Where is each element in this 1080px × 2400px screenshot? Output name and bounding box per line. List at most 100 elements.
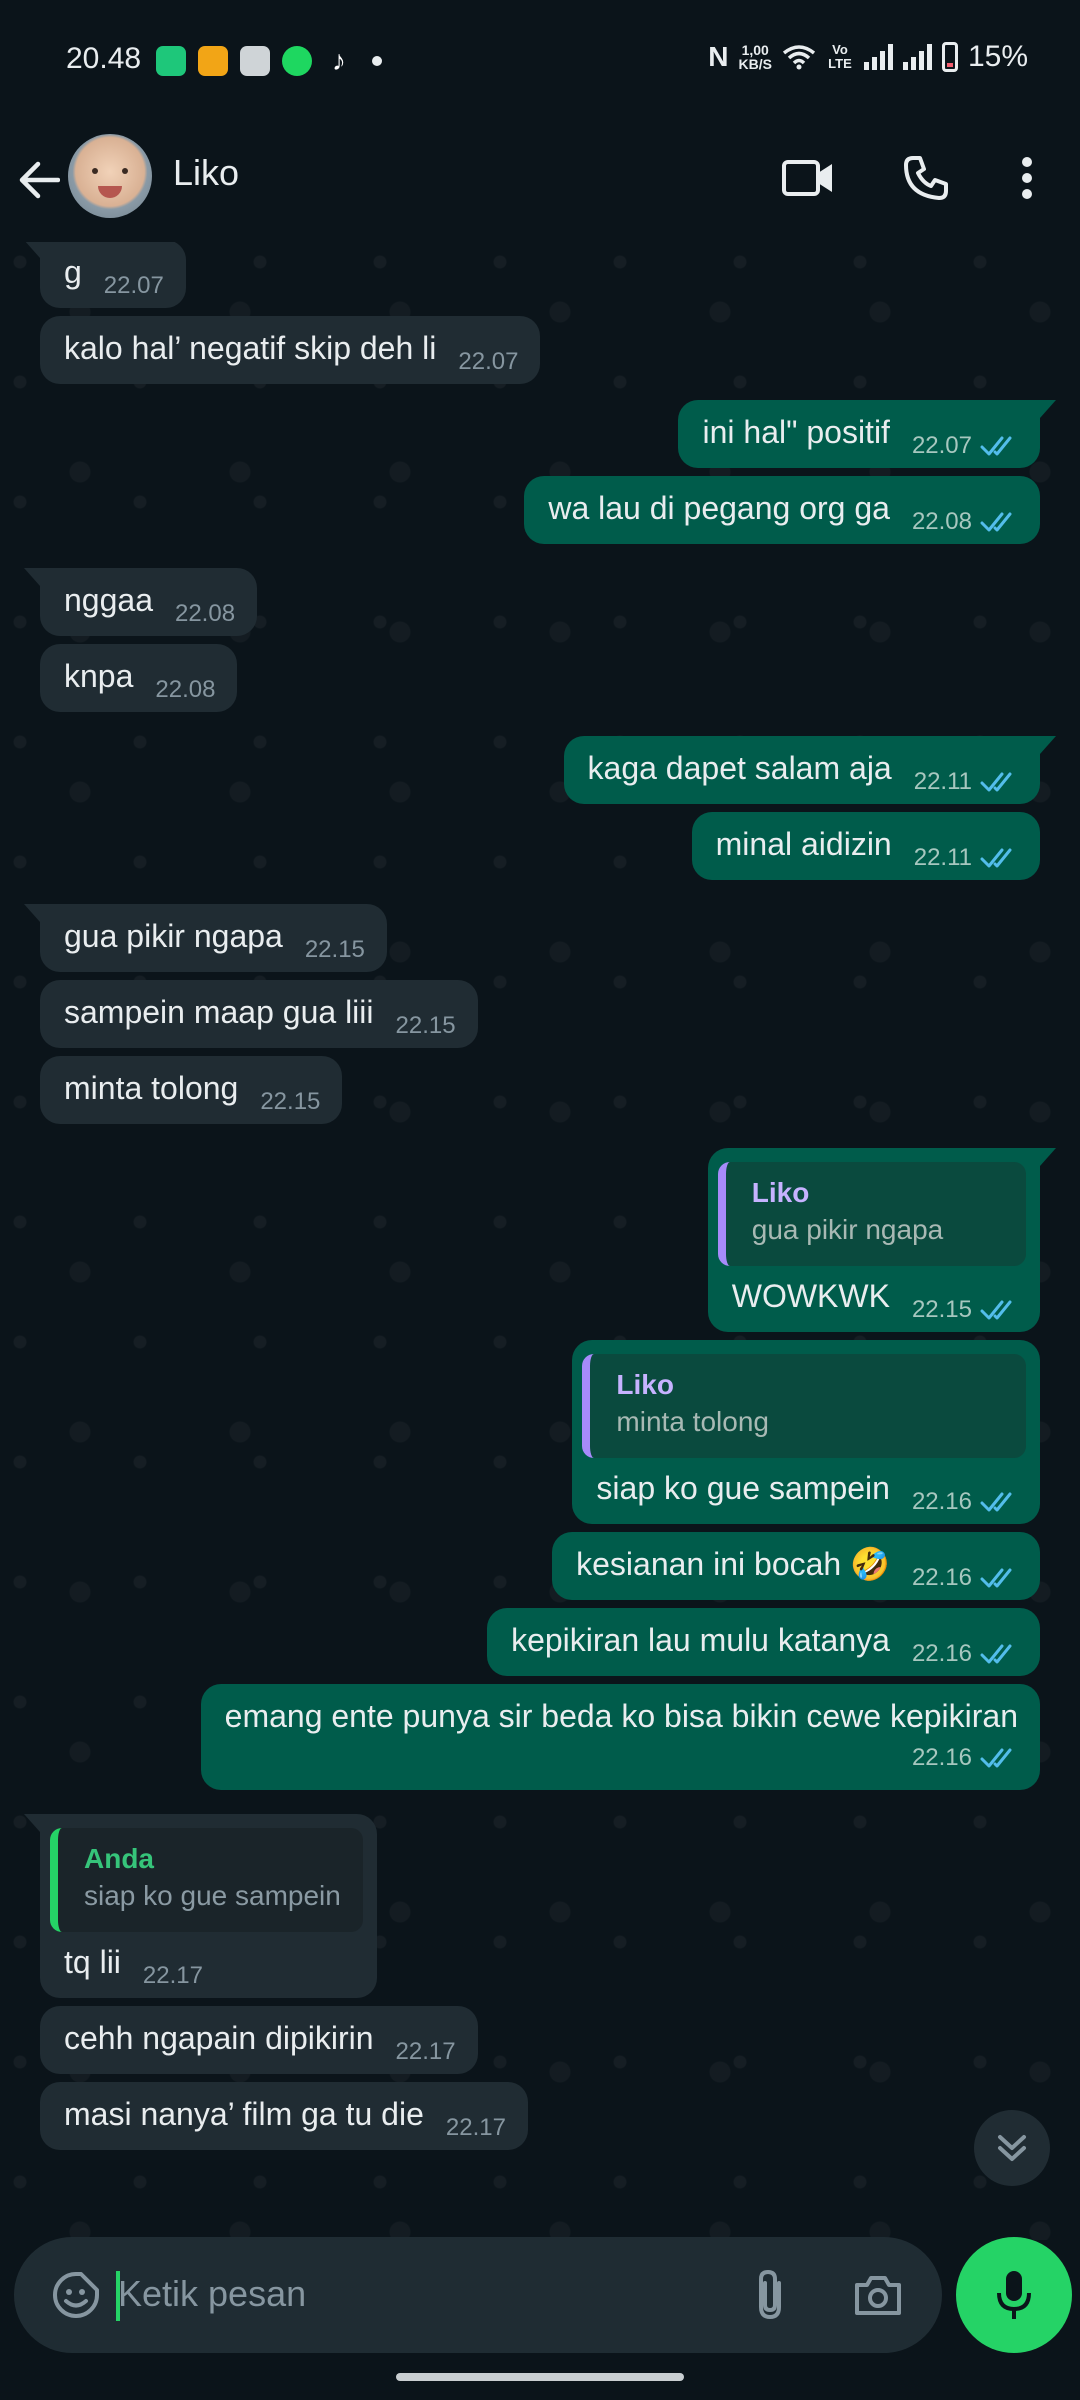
outgoing-message[interactable]: minal aidizin 22.11: [691, 812, 1040, 880]
message-time: 22.07: [458, 348, 519, 375]
incoming-message[interactable]: cehh ngapain dipikirin 22.17: [40, 2006, 478, 2074]
message-time: 22.15: [395, 1012, 456, 1039]
read-receipt-icon: [980, 1644, 1012, 1664]
voice-message-button[interactable]: [956, 2237, 1072, 2353]
quoted-text: gua pikir ngapa: [751, 1214, 944, 1245]
status-time: 20.48: [66, 42, 142, 75]
message-text: kepikiran lau mulu katanya: [511, 1622, 890, 1658]
scroll-to-bottom-button[interactable]: [974, 2110, 1050, 2186]
status-app-icons: ♪: [156, 46, 382, 76]
message-meta: 22.17: [143, 1956, 203, 1996]
quoted-reply[interactable]: Liko minta tolong: [582, 1354, 1026, 1458]
incoming-message[interactable]: nggaa 22.08: [23, 568, 258, 636]
message-row: kalo hal’ negatif skip deh li 22.07: [0, 316, 1080, 384]
message-meta: 22.15: [912, 1290, 1018, 1330]
message-input-container[interactable]: Ketik pesan: [14, 2237, 942, 2353]
message-row: kepikiran lau mulu katanya 22.16: [0, 1608, 1080, 1676]
message-text: nggaa: [64, 582, 153, 618]
message-row: wa lau di pegang org ga 22.08: [0, 476, 1080, 544]
message-row: masi nanya’ film ga tu die 22.17: [0, 2082, 1080, 2150]
incoming-message[interactable]: masi nanya’ film ga tu die 22.17: [40, 2082, 528, 2150]
emoji-sticker-icon: [53, 2272, 99, 2318]
message-row: cehh ngapain dipikirin 22.17: [0, 2006, 1080, 2074]
phone-icon: [904, 156, 948, 200]
message-row: Liko minta tolong siap ko gue sampein 22.16: [0, 1340, 1080, 1524]
message-time: 22.17: [142, 1962, 203, 1989]
signal-1-icon: [863, 44, 893, 70]
outgoing-message[interactable]: kepikiran lau mulu katanya 22.16: [487, 1608, 1040, 1676]
chat-header: Liko: [0, 120, 1080, 243]
incoming-message[interactable]: sampein maap gua liii 22.15: [40, 980, 478, 1048]
message-text: sampein maap gua liii: [64, 994, 374, 1030]
video-call-button[interactable]: [776, 146, 840, 210]
message-row: Anda siap ko gue sampein tq lii 22.17: [0, 1814, 1080, 1998]
quoted-reply[interactable]: Anda siap ko gue sampein: [50, 1828, 363, 1932]
incoming-message[interactable]: kalo hal’ negatif skip deh li 22.07: [40, 316, 541, 384]
outgoing-message[interactable]: emang ente punya sir beda ko bisa bikin …: [200, 1684, 1040, 1790]
quoted-reply[interactable]: Liko gua pikir ngapa: [717, 1162, 1026, 1266]
message-row: nggaa 22.08: [0, 568, 1080, 636]
incoming-message[interactable]: gua pikir ngapa 22.15: [24, 904, 387, 972]
back-button[interactable]: [14, 150, 64, 210]
message-row: minta tolong 22.15: [0, 1056, 1080, 1124]
incoming-message[interactable]: knpa 22.08: [40, 644, 238, 712]
attach-button[interactable]: [740, 2265, 800, 2325]
double-chevron-down-icon: [998, 2135, 1026, 2161]
message-time: 22.16: [911, 1640, 972, 1667]
video-call-icon: [782, 160, 832, 196]
status-bar: 20.48 ♪ N 1,00 KB/S Vo LTE 15%: [0, 0, 1080, 120]
message-text: minal aidizin: [715, 826, 892, 862]
message-meta: 22.11: [914, 762, 1018, 802]
outgoing-message[interactable]: wa lau di pegang org ga 22.08: [524, 476, 1040, 544]
read-receipt-icon: [980, 772, 1012, 792]
volte-icon: Vo LTE: [828, 42, 852, 71]
status-indicators: N 1,00 KB/S Vo LTE 15%: [708, 40, 1028, 74]
message-text: kaga dapet salam aja: [587, 750, 892, 786]
message-text: tq lii: [64, 1944, 121, 1980]
outgoing-message[interactable]: Liko minta tolong siap ko gue sampein 22.16: [572, 1340, 1040, 1524]
message-text: minta tolong: [64, 1070, 239, 1106]
read-receipt-icon: [980, 436, 1012, 456]
message-text: kesianan ini bocah 🤣: [576, 1546, 890, 1582]
message-meta: 22.15: [305, 930, 365, 970]
outgoing-message[interactable]: kaga dapet salam aja 22.11: [563, 736, 1057, 804]
message-meta: 22.08: [175, 594, 235, 634]
quoted-author: Liko: [616, 1369, 674, 1400]
outgoing-message[interactable]: ini hal" positif 22.07: [678, 400, 1056, 468]
shopping-bag-icon: [240, 46, 270, 76]
message-time: 22.11: [913, 768, 972, 795]
message-meta: 22.17: [446, 2108, 506, 2148]
chat-message-list[interactable]: g 22.07 kalo hal’ negatif skip deh li 22.07…: [0, 242, 1080, 2240]
message-time: 22.15: [260, 1088, 321, 1115]
message-text: gua pikir ngapa: [64, 918, 283, 954]
message-time: 22.08: [174, 600, 236, 627]
message-meta: 22.16: [912, 1558, 1018, 1598]
read-receipt-icon: [980, 512, 1012, 532]
message-time: 22.11: [913, 844, 972, 871]
contact-name[interactable]: Liko: [173, 152, 239, 194]
home-indicator: [396, 2373, 684, 2381]
outgoing-message[interactable]: Liko gua pikir ngapa WOWKWK 22.15: [707, 1148, 1057, 1332]
more-options-button[interactable]: [995, 146, 1059, 210]
message-time: 22.16: [911, 1488, 972, 1515]
net-speed-value: 1,00: [741, 42, 769, 58]
message-row: emang ente punya sir beda ko bisa bikin …: [0, 1684, 1080, 1790]
incoming-message[interactable]: minta tolong 22.15: [40, 1056, 343, 1124]
message-text: siap ko gue sampein: [596, 1470, 890, 1506]
incoming-message[interactable]: Anda siap ko gue sampein tq lii 22.17: [24, 1814, 377, 1998]
avatar[interactable]: [68, 134, 152, 218]
voice-call-button[interactable]: [894, 146, 958, 210]
green-app-icon: [156, 46, 186, 76]
message-meta: 22.08: [155, 670, 215, 710]
emoji-button[interactable]: [46, 2265, 106, 2325]
message-meta: 22.11: [914, 838, 1018, 878]
message-meta: 22.15: [260, 1082, 320, 1122]
incoming-message[interactable]: g 22.07: [24, 242, 186, 308]
message-meta: 22.16: [912, 1738, 1018, 1778]
read-receipt-icon: [980, 848, 1012, 868]
camera-button[interactable]: [848, 2265, 908, 2325]
outgoing-message[interactable]: kesianan ini bocah 🤣 22.16: [552, 1532, 1040, 1600]
message-time: 22.16: [911, 1744, 972, 1771]
message-row: kesianan ini bocah 🤣 22.16: [0, 1532, 1080, 1600]
message-input[interactable]: Ketik pesan: [118, 2273, 306, 2315]
